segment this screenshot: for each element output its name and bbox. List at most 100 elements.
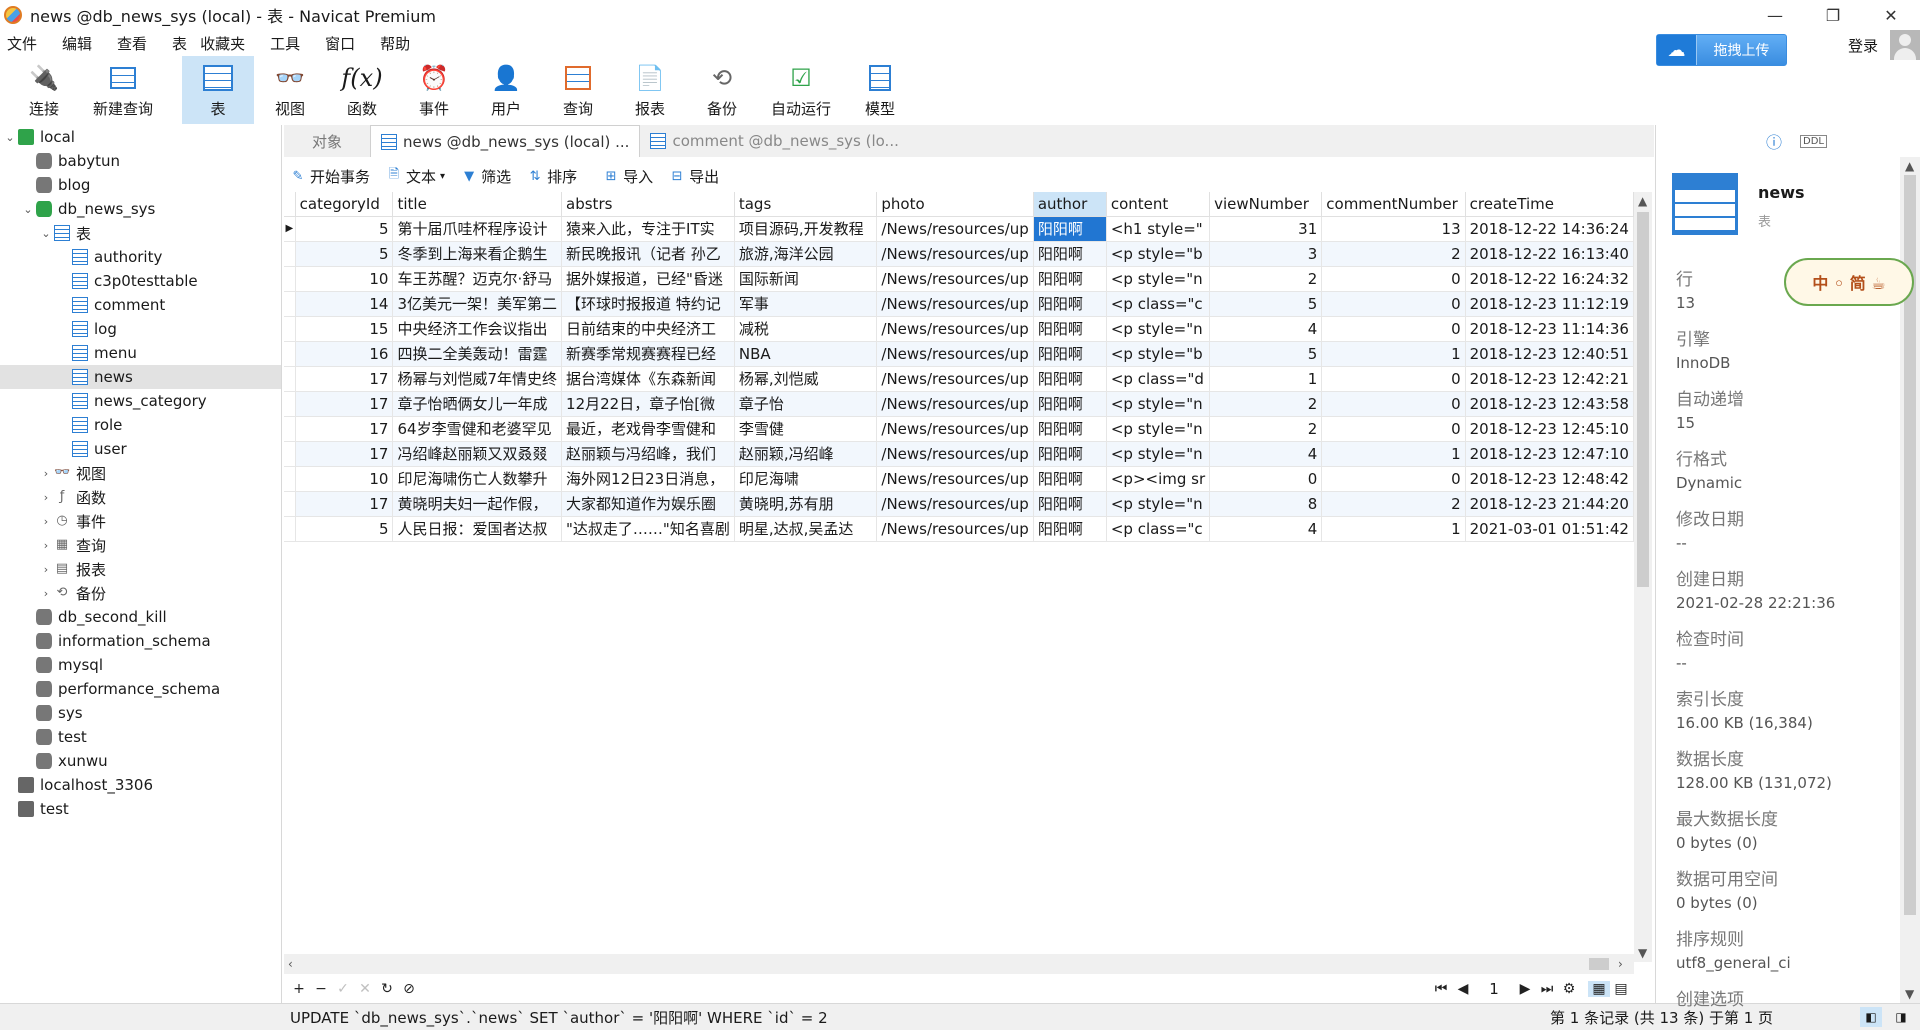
cell-photo[interactable]: /News/resources/up: [876, 516, 1034, 542]
cell-viewNumber[interactable]: 5: [1209, 291, 1323, 317]
event-button[interactable]: ⏰ 事件: [398, 56, 470, 124]
cell-author[interactable]: 阳阳啊: [1033, 516, 1107, 542]
cell-abstrs[interactable]: 据台湾媒体《东森新闻: [561, 366, 735, 392]
cell-title[interactable]: 章子怡晒俩女儿一年成: [392, 391, 563, 417]
tree-item-news_category[interactable]: news_category: [0, 389, 281, 413]
cell-content[interactable]: <p class="d: [1106, 366, 1211, 392]
chevron-right-icon[interactable]: ›: [38, 539, 54, 552]
tree-item-cn14[interactable]: › 👓 视图: [0, 461, 281, 485]
cell-title[interactable]: 第十届爪哇杯程序设计: [392, 216, 563, 242]
refresh-button[interactable]: ↻: [376, 981, 398, 997]
first-page-button[interactable]: ⏮: [1430, 981, 1452, 997]
menu-table[interactable]: 表: [165, 33, 193, 54]
cell-createTime[interactable]: 2018-12-22 14:36:24: [1465, 216, 1635, 242]
cell-commentNumber[interactable]: 0: [1321, 391, 1466, 417]
cell-author[interactable]: 阳阳啊: [1033, 291, 1107, 317]
cell-author[interactable]: 阳阳啊: [1033, 216, 1107, 242]
cell-content[interactable]: <p style="n: [1106, 266, 1211, 292]
cell-author[interactable]: 阳阳啊: [1033, 341, 1107, 367]
split-view-icon[interactable]: ◧: [1860, 1007, 1882, 1027]
cell-tags[interactable]: 印尼海啸: [734, 466, 878, 492]
page-number-input[interactable]: 1: [1474, 980, 1514, 998]
cell-abstrs[interactable]: "达叔走了……"知名喜剧: [561, 516, 735, 542]
tree-item-test[interactable]: test: [0, 797, 281, 821]
cell-content[interactable]: <p><img sr: [1106, 466, 1211, 492]
tree-item-role[interactable]: role: [0, 413, 281, 437]
cell-commentNumber[interactable]: 0: [1321, 266, 1466, 292]
cell-content[interactable]: <p style="n: [1106, 316, 1211, 342]
tree-item-db_news_sys[interactable]: ⌄ db_news_sys: [0, 197, 281, 221]
cell-tags[interactable]: NBA: [734, 341, 878, 367]
table-button[interactable]: 表: [182, 56, 254, 124]
menu-file[interactable]: 文件: [0, 33, 47, 54]
cell-title[interactable]: 64岁李雪健和老婆罕见: [392, 416, 563, 442]
cell-tags[interactable]: 明星,达叔,吴孟达: [734, 516, 878, 542]
cell-viewNumber[interactable]: 4: [1209, 441, 1323, 467]
table-row[interactable]: 17 冯绍峰赵丽颖又双叒叕 赵丽颖与冯绍峰，我们 赵丽颖,冯绍峰/News/resou…: [284, 441, 1635, 467]
cell-createTime[interactable]: 2018-12-23 12:45:10: [1465, 416, 1635, 442]
scroll-up-icon[interactable]: ▲: [1638, 194, 1647, 208]
tree-item-performance_schema[interactable]: performance_schema: [0, 677, 281, 701]
row-header[interactable]: [284, 316, 296, 342]
cell-viewNumber[interactable]: 2: [1209, 266, 1323, 292]
cell-abstrs[interactable]: 新赛季常规赛赛程已经: [561, 341, 735, 367]
sort-button[interactable]: ⇅ 排序: [527, 166, 577, 187]
cell-createTime[interactable]: 2018-12-23 12:40:51: [1465, 341, 1635, 367]
cell-createTime[interactable]: 2018-12-23 11:12:19: [1465, 291, 1635, 317]
tab-news[interactable]: news @db_news_sys (local) ...: [370, 125, 641, 157]
scroll-right-icon[interactable]: ›: [1618, 957, 1623, 971]
tree-item-mysql[interactable]: mysql: [0, 653, 281, 677]
menu-favorites[interactable]: 收藏夹: [193, 33, 255, 54]
cell-createTime[interactable]: 2018-12-23 11:14:36: [1465, 316, 1635, 342]
cell-author[interactable]: 阳阳啊: [1033, 441, 1107, 467]
cell-content[interactable]: <p style="b: [1106, 341, 1211, 367]
cell-commentNumber[interactable]: 0: [1321, 366, 1466, 392]
grid-horizontal-scrollbar[interactable]: ‹ ›: [284, 954, 1634, 974]
menu-tools[interactable]: 工具: [263, 33, 310, 54]
tree-item-cn15[interactable]: › ƒ 函数: [0, 485, 281, 509]
last-page-button[interactable]: ⏭: [1536, 981, 1558, 997]
cell-title[interactable]: 车王苏醒？迈克尔·舒马: [392, 266, 563, 292]
tree-item-information_schema[interactable]: information_schema: [0, 629, 281, 653]
cell-viewNumber[interactable]: 0: [1209, 466, 1323, 492]
user-button[interactable]: 👤 用户: [470, 56, 542, 124]
cell-content[interactable]: <h1 style=": [1106, 216, 1211, 242]
login-link[interactable]: 登录: [1848, 35, 1878, 56]
cell-createTime[interactable]: 2018-12-23 12:42:21: [1465, 366, 1635, 392]
table-row[interactable]: 5 冬季到上海来看企鹅生 新民晚报讯（记者 孙乙 旅游,海洋公园/News/resou…: [284, 241, 1635, 267]
cell-tags[interactable]: 减税: [734, 316, 878, 342]
cell-content[interactable]: <p style="n: [1106, 491, 1211, 517]
cell-createTime[interactable]: 2018-12-23 12:43:58: [1465, 391, 1635, 417]
tree-item-localhost_3306[interactable]: localhost_3306: [0, 773, 281, 797]
cell-photo[interactable]: /News/resources/up: [876, 266, 1034, 292]
cell-createTime[interactable]: 2018-12-22 16:24:32: [1465, 266, 1635, 292]
cell-title[interactable]: 中央经济工作会议指出: [392, 316, 563, 342]
cell-viewNumber[interactable]: 3: [1209, 241, 1323, 267]
cell-abstrs[interactable]: 猿来入此，专注于IT实: [561, 216, 735, 242]
cell-title[interactable]: 冬季到上海来看企鹅生: [392, 241, 563, 267]
cell-categoryId[interactable]: 17: [295, 391, 394, 417]
tab-comment[interactable]: comment @db_news_sys (lo...: [640, 125, 908, 157]
new-query-button[interactable]: 新建查询: [80, 56, 166, 124]
tree-item-blog[interactable]: blog: [0, 173, 281, 197]
tree-item-db_second_kill[interactable]: db_second_kill: [0, 605, 281, 629]
close-button[interactable]: ✕: [1862, 0, 1920, 30]
cell-commentNumber[interactable]: 1: [1321, 516, 1466, 542]
minimize-button[interactable]: —: [1746, 0, 1804, 30]
settings-gear-icon[interactable]: ⚙: [1558, 981, 1580, 997]
cell-commentNumber[interactable]: 1: [1321, 441, 1466, 467]
cell-abstrs[interactable]: 赵丽颖与冯绍峰，我们: [561, 441, 735, 467]
cell-abstrs[interactable]: 大家都知道作为娱乐圈: [561, 491, 735, 517]
cell-abstrs[interactable]: 海外网12日23日消息，: [561, 466, 735, 492]
cell-photo[interactable]: /News/resources/up: [876, 316, 1034, 342]
column-header-content[interactable]: content: [1106, 192, 1211, 217]
cell-commentNumber[interactable]: 0: [1321, 466, 1466, 492]
table-row[interactable]: 5 人民日报：爱国者达叔 "达叔走了……"知名喜剧 明星,达叔,吴孟达/News/re…: [284, 516, 1635, 542]
cell-commentNumber[interactable]: 2: [1321, 491, 1466, 517]
row-header[interactable]: [284, 366, 296, 392]
cell-photo[interactable]: /News/resources/up: [876, 241, 1034, 267]
row-header[interactable]: [284, 466, 296, 492]
cell-abstrs[interactable]: 最近，老戏骨李雪健和: [561, 416, 735, 442]
chevron-right-icon[interactable]: ›: [38, 467, 54, 480]
cell-abstrs[interactable]: 日前结束的中央经济工: [561, 316, 735, 342]
